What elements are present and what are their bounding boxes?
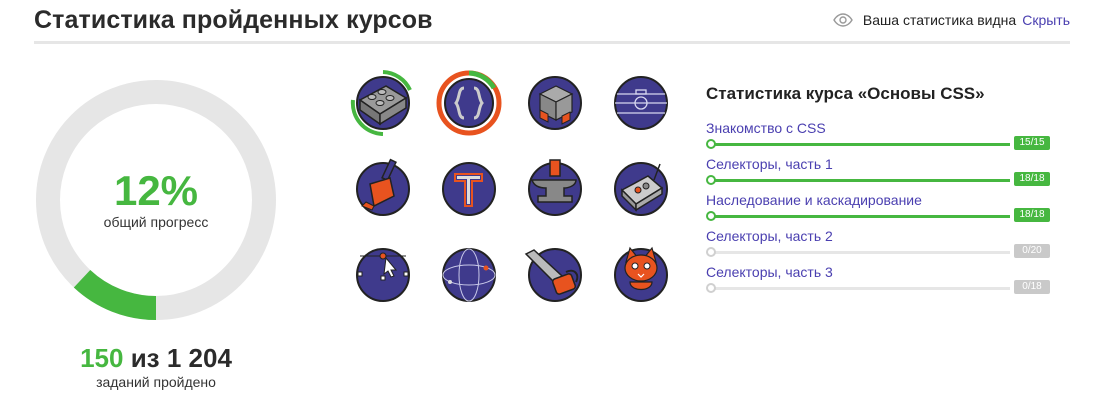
tasks-summary: 150 из 1 204 заданий пройдено — [34, 344, 278, 390]
lesson-progress-dot — [706, 211, 716, 221]
lesson-progress-track — [710, 179, 1010, 182]
cat-mascot-badge[interactable] — [608, 242, 674, 308]
curly-braces-badge[interactable] — [436, 70, 502, 136]
lesson-score-badge: 15/15 — [1014, 136, 1050, 150]
course-stats-panel: Статистика курса «Основы CSS» Знакомство… — [706, 84, 1050, 300]
lesson-score-badge: 18/18 — [1014, 208, 1050, 222]
sphere-badge[interactable] — [436, 242, 502, 308]
lesson-link[interactable]: Селекторы, часть 2 — [706, 228, 1050, 244]
tasks-separator: из — [130, 343, 160, 373]
course-badges-grid — [350, 70, 690, 310]
progress-ring-center: 12% общий прогресс — [34, 167, 278, 231]
page-header: Статистика пройденных курсов Ваша статис… — [34, 0, 1070, 44]
lesson-progress-track — [710, 287, 1010, 290]
lesson-progress-fill — [710, 179, 1010, 182]
lesson-progress-track — [710, 143, 1010, 146]
progress-caption: общий прогресс — [103, 214, 209, 230]
lesson-progress-track — [710, 251, 1010, 254]
tasks-count: 150 из 1 204 — [34, 344, 278, 372]
lesson-link[interactable]: Знакомство с CSS — [706, 120, 1050, 136]
paint-brush-badge[interactable] — [350, 156, 416, 222]
course-stats-title: Статистика курса «Основы CSS» — [706, 84, 985, 103]
visibility-text: Ваша статистика видна — [862, 12, 1017, 28]
letter-t-badge[interactable] — [436, 156, 502, 222]
lesson-score-badge: 0/18 — [1014, 280, 1050, 294]
tasks-caption: заданий пройдено — [96, 374, 216, 390]
tasks-done: 150 — [80, 343, 124, 373]
lesson-progress-dot — [706, 283, 716, 293]
visibility-status: Ваша статистика видна Скрыть — [833, 12, 1070, 28]
lego-brick-badge[interactable] — [350, 70, 416, 136]
lesson-progress-track — [710, 215, 1010, 218]
vector-path-badge[interactable] — [350, 242, 416, 308]
lesson-item: Знакомство с CSS 15/15 — [706, 120, 1050, 156]
eye-icon — [833, 13, 853, 27]
lesson-progress-fill — [710, 143, 1010, 146]
lesson-progress-dot — [706, 175, 716, 185]
overall-progress-ring: 12% общий прогресс — [34, 78, 278, 322]
lesson-score-badge: 0/20 — [1014, 244, 1050, 258]
lesson-progress-dot — [706, 247, 716, 257]
lesson-item: Наследование и каскадирование 18/18 — [706, 192, 1050, 228]
anvil-hammer-badge[interactable] — [522, 156, 588, 222]
lesson-link[interactable]: Селекторы, часть 1 — [706, 156, 1050, 172]
lesson-score-badge: 18/18 — [1014, 172, 1050, 186]
football-field-badge[interactable] — [608, 70, 674, 136]
tasks-total: 1 204 — [166, 343, 232, 373]
lesson-link[interactable]: Селекторы, часть 3 — [706, 264, 1050, 280]
control-box-badge[interactable] — [608, 156, 674, 222]
lesson-progress-dot — [706, 139, 716, 149]
lesson-progress-fill — [710, 215, 1010, 218]
page-title: Статистика пройденных курсов — [34, 6, 433, 34]
rubiks-cube-badge[interactable] — [522, 70, 588, 136]
lesson-item: Селекторы, часть 2 0/20 — [706, 228, 1050, 264]
rubiks-cube-icon — [538, 85, 574, 125]
lesson-item: Селекторы, часть 3 0/18 — [706, 264, 1050, 300]
lesson-link[interactable]: Наследование и каскадирование — [706, 192, 1050, 208]
progress-percent: 12% — [113, 167, 199, 214]
lesson-item: Селекторы, часть 1 18/18 — [706, 156, 1050, 192]
chainsaw-badge[interactable] — [522, 242, 588, 308]
hide-stats-link[interactable]: Скрыть — [1022, 12, 1070, 28]
